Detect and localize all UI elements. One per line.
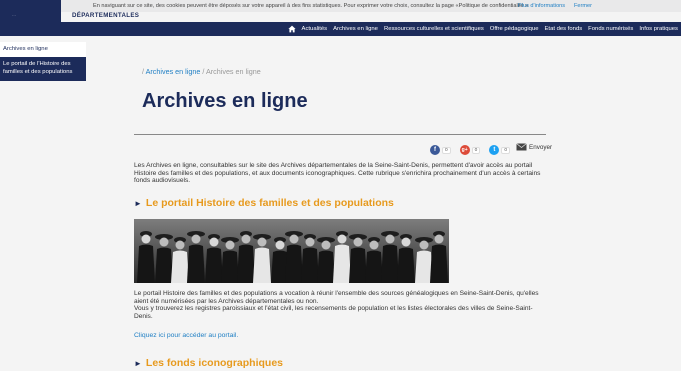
portal-description: Le portail Histoire des familles et des …: [134, 290, 544, 320]
nav-archives-en-ligne[interactable]: Archives en ligne: [333, 26, 378, 32]
sidebar-item-portail-histoire[interactable]: Le portail de l'Histoire des familles et…: [0, 57, 86, 81]
section-title-portail: ► Le portail Histoire des familles et des…: [134, 197, 394, 209]
portal-paragraph-1: Le portail Histoire des familles et des …: [134, 290, 539, 305]
share-bar: f 0 g+ 0 t 0 Envoyer: [430, 143, 552, 157]
section-title-fonds-iconographiques: ► Les fonds iconographiques: [134, 357, 283, 369]
section-title-text: Le portail Histoire des familles et des …: [145, 197, 394, 209]
cookie-more-info-link[interactable]: Plus d'informations: [518, 3, 565, 9]
breadcrumb-link[interactable]: Archives en ligne: [146, 67, 201, 76]
brand-text: DÉPARTEMENTALES: [72, 12, 140, 19]
twitter-count: 0: [501, 146, 511, 154]
historic-group-photo: [134, 219, 449, 283]
cookie-banner: En naviguant sur ce site, des cookies pe…: [0, 0, 681, 12]
nav-offre-pedagogique[interactable]: Offre pédagogique: [490, 26, 539, 32]
logo[interactable]: …: [0, 0, 61, 22]
divider: [134, 134, 546, 135]
nav-etat-des-fonds[interactable]: Etat des fonds: [545, 26, 583, 32]
google-count: 0: [471, 146, 481, 154]
logo-top-text: …: [12, 12, 16, 17]
page-title: Archives en ligne: [142, 90, 308, 112]
nav-fonds-numerises[interactable]: Fonds numérisés: [588, 26, 633, 32]
portal-access-link[interactable]: Cliquez ici pour accéder au portail.: [134, 332, 238, 339]
email-share-button[interactable]: Envoyer: [516, 143, 552, 151]
main-navigation: Actualités Archives en ligne Ressources …: [0, 22, 681, 36]
envoyer-label: Envoyer: [529, 143, 553, 151]
facebook-count: 0: [442, 146, 451, 154]
envelope-icon: [516, 143, 527, 151]
nav-infos-pratiques[interactable]: Infos pratiques: [639, 26, 678, 32]
intro-text: Les Archives en ligne, consultables sur …: [134, 162, 541, 185]
breadcrumb: / Archives en ligne / Archives en ligne: [142, 67, 261, 76]
google-share[interactable]: g+ 0: [459, 145, 481, 155]
breadcrumb-current: Archives en ligne: [205, 67, 261, 76]
google-plus-icon[interactable]: g+: [459, 145, 470, 155]
nav-actualites[interactable]: Actualités: [302, 26, 328, 32]
section-title-text: Les fonds iconographiques: [145, 357, 284, 369]
breadcrumb-separator: /: [142, 67, 144, 76]
home-icon[interactable]: [287, 25, 296, 33]
sidebar: Archives en ligne Le portail de l'Histoi…: [0, 42, 86, 81]
twitter-icon[interactable]: t: [489, 145, 500, 155]
nav-ressources[interactable]: Ressources culturelles et scientifiques: [384, 26, 484, 32]
facebook-icon[interactable]: f: [430, 145, 440, 155]
triangle-right-icon: ►: [134, 199, 142, 208]
facebook-share[interactable]: f 0: [430, 145, 451, 155]
sidebar-item-archives-en-ligne[interactable]: Archives en ligne: [0, 42, 86, 57]
portal-paragraph-2: Vous y trouverez les registres paroissia…: [134, 305, 533, 320]
breadcrumb-separator: /: [202, 67, 205, 76]
cookie-message: En naviguant sur ce site, des cookies pe…: [93, 3, 529, 9]
triangle-right-icon: ►: [134, 359, 142, 368]
twitter-share[interactable]: t 0: [489, 145, 511, 155]
cookie-close-button[interactable]: Fermer: [574, 3, 592, 9]
